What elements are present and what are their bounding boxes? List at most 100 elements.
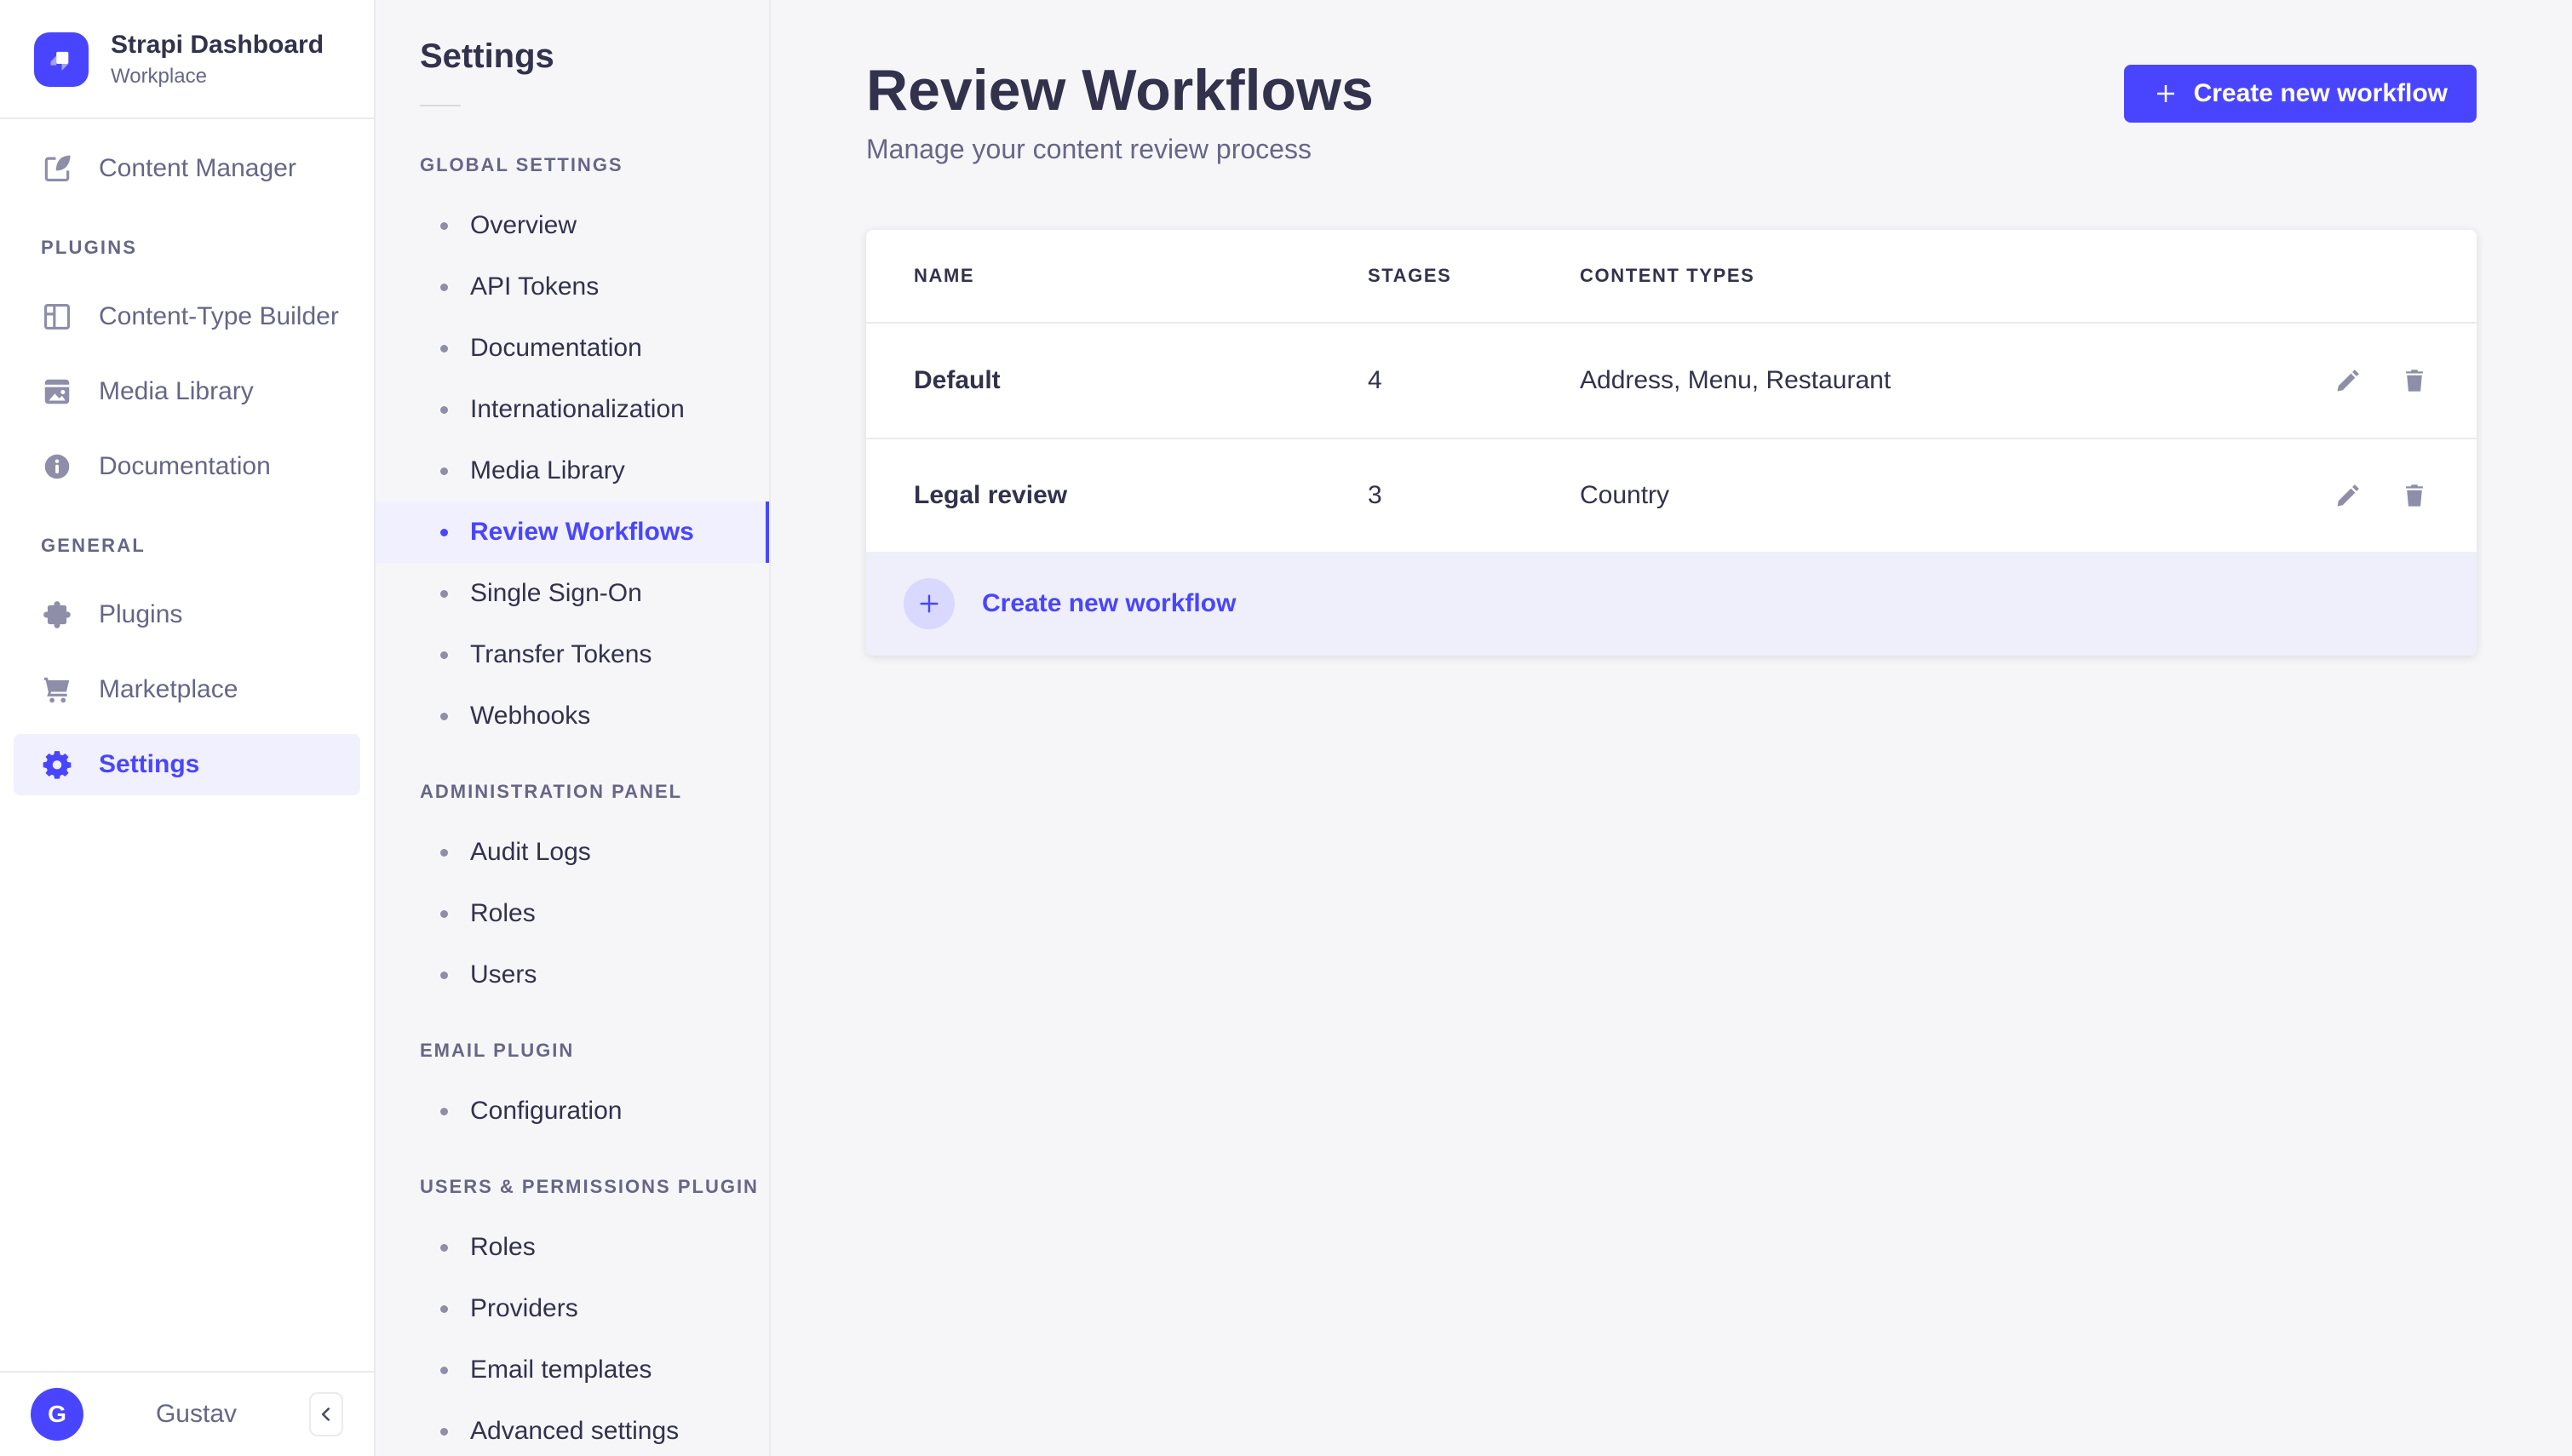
bullet-icon xyxy=(440,405,448,414)
settings-item-label: Advanced settings xyxy=(470,1417,680,1445)
puzzle-icon xyxy=(41,599,73,631)
page-title: Review Workflows xyxy=(866,58,1374,123)
nav-item-plugins[interactable]: Plugins xyxy=(0,577,374,652)
main-content: Review Workflows Manage your content rev… xyxy=(771,0,2572,1456)
settings-item-advanced-settings[interactable]: Advanced settings xyxy=(376,1401,769,1456)
picture-icon xyxy=(41,375,73,408)
settings-section-admin-panel: Administration Panel xyxy=(420,781,683,802)
settings-item-overview[interactable]: Overview xyxy=(376,195,769,256)
edit-button[interactable] xyxy=(2334,366,2362,395)
settings-item-roles[interactable]: Roles xyxy=(376,883,769,944)
table-header-row: Name Stages Content Types xyxy=(866,230,2477,324)
settings-item-internationalization[interactable]: Internationalization xyxy=(376,379,769,440)
settings-section-email-plugin: Email Plugin xyxy=(420,1040,575,1061)
settings-item-label: Providers xyxy=(470,1294,578,1322)
nav-item-label: Marketplace xyxy=(99,674,238,703)
settings-item-audit-logs[interactable]: Audit Logs xyxy=(376,822,769,883)
column-header-content-types: Content Types xyxy=(1580,265,1755,287)
nav-item-documentation[interactable]: Documentation xyxy=(0,429,374,504)
workflows-table-card: Name Stages Content Types Default 4 Addr… xyxy=(866,230,2477,656)
table-row-default[interactable]: Default 4 Address, Menu, Restaurant xyxy=(866,324,2477,438)
strapi-logo-icon xyxy=(34,32,89,87)
nav-item-marketplace[interactable]: Marketplace xyxy=(0,652,374,727)
user-row: G Gustav xyxy=(0,1371,374,1456)
bullet-icon xyxy=(440,1107,448,1115)
settings-item-documentation[interactable]: Documentation xyxy=(376,318,769,379)
edit-button[interactable] xyxy=(2334,481,2362,510)
settings-item-label: Media Library xyxy=(470,456,625,484)
delete-button[interactable] xyxy=(2400,366,2429,395)
settings-item-email-templates[interactable]: Email templates xyxy=(376,1339,769,1401)
settings-item-label: Single Sign-On xyxy=(470,579,642,607)
settings-item-single-sign-on[interactable]: Single Sign-On xyxy=(376,563,769,624)
bullet-icon xyxy=(440,589,448,598)
settings-item-review-workflows[interactable]: Review Workflows xyxy=(376,502,769,563)
bullet-icon xyxy=(440,467,448,475)
settings-item-users[interactable]: Users xyxy=(376,944,769,1006)
nav-item-content-type-builder[interactable]: Content-Type Builder xyxy=(0,279,374,354)
bullet-icon xyxy=(440,283,448,291)
workspace-brand: Strapi Dashboard Workplace xyxy=(0,0,374,118)
info-circle-icon xyxy=(41,450,73,483)
row-actions xyxy=(2276,366,2477,395)
settings-item-label: Review Workflows xyxy=(470,518,694,546)
workflow-content-types: Country xyxy=(1580,481,1670,510)
nav-item-label: Media Library xyxy=(99,376,254,405)
main-nav: Content Manager Plugins Content-Type Bui… xyxy=(0,119,374,1372)
bullet-icon xyxy=(440,651,448,659)
workflow-name: Default xyxy=(914,366,1001,395)
pencil-icon xyxy=(2337,484,2359,507)
nav-section-general: General xyxy=(41,534,146,556)
pen-square-icon xyxy=(41,152,73,185)
settings-title-divider xyxy=(420,105,461,106)
settings-item-up-roles[interactable]: Roles xyxy=(376,1217,769,1278)
workflow-stages: 4 xyxy=(1368,366,1382,395)
nav-item-label: Documentation xyxy=(99,451,271,480)
nav-item-label: Content-Type Builder xyxy=(99,301,339,330)
shopping-cart-icon xyxy=(41,674,73,706)
bullet-icon xyxy=(440,1243,448,1252)
bullet-icon xyxy=(440,1304,448,1313)
workspace-name: Workplace xyxy=(111,64,207,88)
bullet-icon xyxy=(440,909,448,918)
settings-item-label: API Tokens xyxy=(470,272,600,301)
bullet-icon xyxy=(440,848,448,857)
bullet-icon xyxy=(440,344,448,353)
workflow-name: Legal review xyxy=(914,481,1068,510)
bullet-icon xyxy=(440,1366,448,1374)
pencil-icon xyxy=(2337,370,2359,392)
settings-item-webhooks[interactable]: Webhooks xyxy=(376,685,769,747)
settings-item-providers[interactable]: Providers xyxy=(376,1278,769,1339)
settings-panel-title: Settings xyxy=(420,37,554,75)
bullet-icon xyxy=(440,1427,448,1436)
settings-item-transfer-tokens[interactable]: Transfer Tokens xyxy=(376,624,769,685)
settings-item-label: Audit Logs xyxy=(470,838,591,866)
user-name: Gustav xyxy=(155,1400,238,1428)
settings-item-label: Roles xyxy=(470,1233,536,1261)
user-avatar[interactable]: G xyxy=(31,1388,83,1441)
nav-section-plugins: Plugins xyxy=(41,236,138,258)
bullet-icon xyxy=(440,221,448,230)
nav-item-media-library[interactable]: Media Library xyxy=(0,354,374,429)
column-header-stages: Stages xyxy=(1368,265,1452,287)
trash-icon xyxy=(2406,370,2423,392)
create-workflow-button[interactable]: Create new workflow xyxy=(2123,65,2477,123)
settings-sidebar: Settings Global Settings Overview API To… xyxy=(376,0,771,1456)
nav-item-content-manager[interactable]: Content Manager xyxy=(0,131,374,206)
column-header-name: Name xyxy=(914,265,975,287)
table-row-legal-review[interactable]: Legal review 3 Country xyxy=(866,438,2477,552)
settings-item-media-library[interactable]: Media Library xyxy=(376,440,769,502)
bullet-icon xyxy=(440,528,448,536)
sidebar-collapse-button[interactable] xyxy=(309,1392,343,1436)
settings-item-label: Transfer Tokens xyxy=(470,640,652,668)
bullet-icon xyxy=(440,971,448,979)
delete-button[interactable] xyxy=(2400,481,2429,510)
nav-item-label: Settings xyxy=(99,749,200,778)
settings-item-api-tokens[interactable]: API Tokens xyxy=(376,256,769,318)
settings-item-configuration[interactable]: Configuration xyxy=(376,1081,769,1142)
settings-section-users-permissions: Users & Permissions plugin xyxy=(420,1176,759,1197)
table-footer-create-workflow[interactable]: Create new workflow xyxy=(866,552,2477,656)
workflow-stages: 3 xyxy=(1368,481,1382,510)
row-actions xyxy=(2276,481,2477,510)
nav-item-settings[interactable]: Settings xyxy=(14,733,360,795)
